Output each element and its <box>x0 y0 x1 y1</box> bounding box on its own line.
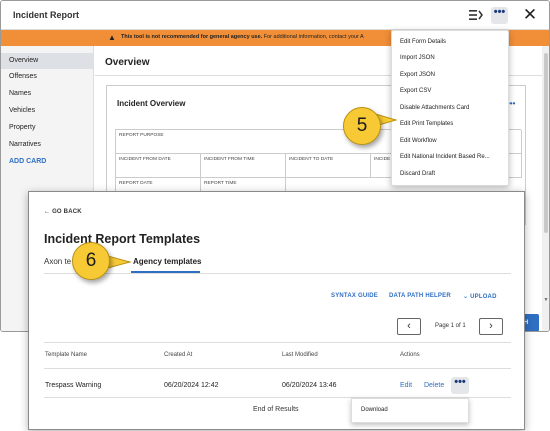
templates-title: Incident Report Templates <box>44 232 201 246</box>
callout-6: 6 <box>72 242 110 280</box>
field-incident-to-date[interactable]: INCIDENT TO DATE <box>286 154 371 178</box>
warning-icon: ▲ <box>108 33 116 42</box>
page-title: Overview <box>105 57 150 68</box>
row-more-options-button[interactable]: ••• <box>451 377 469 394</box>
menu-item-import-json[interactable]: Import JSON <box>392 50 510 66</box>
sidebar-item-overview[interactable]: Overview <box>1 53 94 69</box>
scroll-down-icon[interactable]: ▼ <box>542 297 549 303</box>
go-back-link[interactable]: ← GO BACK <box>44 209 82 215</box>
window-header: Incident Report ••• ✕ <box>1 1 549 30</box>
card-title: Incident Overview <box>117 99 186 108</box>
menu-item-edit-nibrs[interactable]: Edit National Incident Based Re... <box>392 149 510 165</box>
row-options-menu: Download <box>351 398 469 423</box>
delete-template-button[interactable]: Delete <box>424 382 444 389</box>
warning-banner-bold: This tool is not recommended for general… <box>121 34 263 40</box>
created-at-cell: 06/20/2024 12:42 <box>164 382 219 389</box>
menu-item-disable-attachments-card[interactable]: Disable Attachments Card <box>392 100 510 116</box>
column-header-template-name[interactable]: Template Name <box>45 352 87 358</box>
menu-item-export-json[interactable]: Export JSON <box>392 67 510 83</box>
menu-item-download[interactable]: Download <box>361 407 388 413</box>
column-header-last-modified[interactable]: Last Modified <box>282 352 318 358</box>
menu-item-discard-draft[interactable]: Discard Draft <box>392 166 510 182</box>
field-incident-from-date[interactable]: INCIDENT FROM DATE <box>116 154 201 178</box>
table-header-border <box>44 368 511 369</box>
template-name-cell: Trespass Warning <box>45 382 102 389</box>
menu-item-edit-print-templates[interactable]: Edit Print Templates <box>392 116 510 132</box>
sidebar-item-offenses[interactable]: Offenses <box>1 69 94 85</box>
prev-page-button[interactable]: ‹ <box>397 318 421 335</box>
field-incident-from-time[interactable]: INCIDENT FROM TIME <box>201 154 286 178</box>
last-modified-cell: 06/20/2024 13:46 <box>282 382 337 389</box>
callout-5: 5 <box>343 107 381 145</box>
window-title: Incident Report <box>13 10 80 20</box>
column-header-created-at[interactable]: Created At <box>164 352 192 358</box>
edit-template-button[interactable]: Edit <box>400 382 412 389</box>
warning-banner-rest: For additional information, contact your… <box>262 34 364 40</box>
sidebar-item-names[interactable]: Names <box>1 86 94 102</box>
collapse-panel-icon[interactable] <box>469 9 483 21</box>
data-path-helper-link[interactable]: DATA PATH HELPER <box>389 293 451 299</box>
upload-button[interactable]: ⌄ UPLOAD <box>463 293 497 300</box>
menu-item-edit-form-details[interactable]: Edit Form Details <box>392 34 510 50</box>
next-page-button[interactable]: › <box>479 318 503 335</box>
tabs-divider <box>44 273 511 274</box>
close-icon[interactable]: ✕ <box>521 6 539 24</box>
scrollbar-thumb[interactable] <box>544 53 548 233</box>
page-indicator: Page 1 of 1 <box>435 323 466 329</box>
sidebar-item-narratives[interactable]: Narratives <box>1 137 94 153</box>
sidebar-item-vehicles[interactable]: Vehicles <box>1 103 94 119</box>
tab-agency-templates[interactable]: Agency templates <box>133 257 201 266</box>
menu-item-edit-workflow[interactable]: Edit Workflow <box>392 133 510 149</box>
sidebar-item-property[interactable]: Property <box>1 120 94 136</box>
menu-item-export-csv[interactable]: Export CSV <box>392 83 510 99</box>
syntax-guide-link[interactable]: SYNTAX GUIDE <box>331 293 378 299</box>
warning-banner-text: This tool is not recommended for general… <box>121 34 364 40</box>
more-options-button[interactable]: ••• <box>491 7 508 24</box>
tab-axon-templates[interactable]: Axon te <box>44 257 71 266</box>
templates-window: ← GO BACK Incident Report Templates Axon… <box>28 191 525 430</box>
end-of-results: End of Results <box>253 406 299 413</box>
column-header-actions: Actions <box>400 352 420 358</box>
table-top-border <box>44 342 511 343</box>
more-options-menu: Edit Form Details Import JSON Export JSO… <box>391 30 509 186</box>
add-card-link[interactable]: ADD CARD <box>1 154 94 170</box>
